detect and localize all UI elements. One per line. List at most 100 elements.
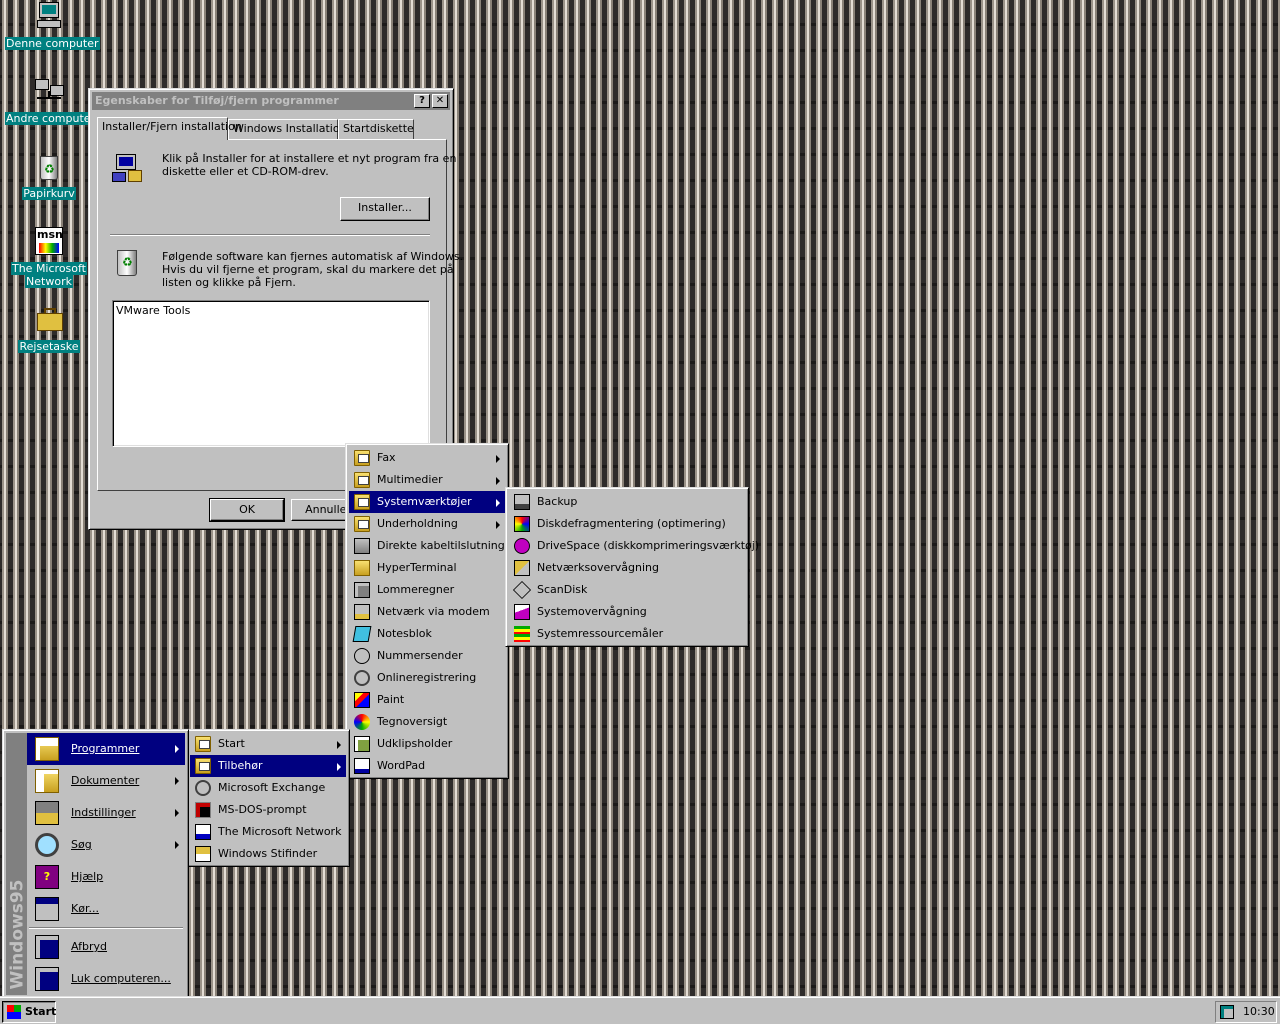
msn-icon — [195, 824, 211, 840]
install-button[interactable]: Installer... — [340, 197, 430, 221]
netwatcher-icon — [514, 560, 530, 576]
menu-item-msn[interactable]: The Microsoft Network — [190, 821, 346, 843]
start-menu-banner: Windows95 — [6, 733, 28, 995]
ok-button[interactable]: OK — [209, 498, 285, 522]
menu-item-label: Tilbehør — [218, 759, 263, 772]
close-button[interactable]: ✕ — [432, 94, 448, 108]
tab-install-remove[interactable]: Installer/Fjern installation — [97, 117, 242, 140]
recycle-bin-icon: ♻ — [33, 152, 65, 184]
menu-item-netwatcher[interactable]: Netværksovervågning — [509, 557, 745, 579]
menu-item-paint[interactable]: Paint — [349, 689, 505, 711]
menu-item-fax[interactable]: Fax — [349, 447, 505, 469]
menu-item-backup[interactable]: Backup — [509, 491, 745, 513]
menu-item-sysmonitor[interactable]: Systemovervågning — [509, 601, 745, 623]
menu-item-label: Nummersender — [377, 649, 463, 662]
folder-icon — [354, 450, 370, 466]
start-item-help[interactable]: ? Hjælp — [27, 861, 185, 893]
defrag-icon — [514, 516, 530, 532]
menu-item-label: The Microsoft Network — [218, 825, 342, 838]
menu-item-defrag[interactable]: Diskdefragmentering (optimering) — [509, 513, 745, 535]
start-item-shutdown[interactable]: Luk computeren... — [27, 963, 185, 995]
list-item[interactable]: VMware Tools — [116, 304, 426, 317]
menu-item-startup[interactable]: Start — [190, 733, 346, 755]
menu-item-label: Luk computeren... — [71, 972, 171, 985]
menu-item-multimedia[interactable]: Multimedier — [349, 469, 505, 491]
menu-item-games[interactable]: Underholdning — [349, 513, 505, 535]
menu-item-dialup[interactable]: Netværk via modem — [349, 601, 505, 623]
submenu-arrow-icon — [175, 745, 179, 753]
run-icon — [35, 897, 59, 921]
desktop-icon-my-computer[interactable]: Denne computer — [5, 2, 100, 50]
menu-item-msdos[interactable]: MS-DOS-prompt — [190, 799, 346, 821]
windows-logo-icon — [7, 1005, 21, 1019]
dialog-titlebar[interactable]: Egenskaber for Tilføj/fjern programmer ?… — [92, 92, 450, 110]
installer-icon — [112, 152, 144, 184]
desktop-icon-network[interactable]: Andre computere — [5, 77, 103, 125]
menu-item-calculator[interactable]: Lommeregner — [349, 579, 505, 601]
submenu-arrow-icon — [496, 455, 500, 463]
network-tray-icon[interactable] — [1220, 1005, 1234, 1019]
menu-item-hyperterminal[interactable]: HyperTerminal — [349, 557, 505, 579]
clock[interactable]: 10:30 — [1243, 1002, 1275, 1022]
menu-item-label: Start — [218, 737, 245, 750]
menu-item-explorer[interactable]: Windows Stifinder — [190, 843, 346, 865]
menu-item-label: MS-DOS-prompt — [218, 803, 307, 816]
desktop-icon-msn[interactable]: msn The Microsoft Network — [5, 227, 93, 288]
menu-item-label: Lommeregner — [377, 583, 455, 596]
menu-item-scandisk[interactable]: ScanDisk — [509, 579, 745, 601]
menu-item-label: Microsoft Exchange — [218, 781, 326, 794]
folder-icon — [354, 560, 370, 576]
menu-item-charmap[interactable]: Tegnoversigt — [349, 711, 505, 733]
start-item-programs[interactable]: Programmer — [27, 733, 185, 765]
start-item-find[interactable]: Søg — [27, 829, 185, 861]
menu-item-accessories[interactable]: Tilbehør — [190, 755, 346, 777]
menu-item-direct-cable[interactable]: Direkte kabeltilslutning — [349, 535, 505, 557]
submenu-arrow-icon — [175, 841, 179, 849]
menu-item-label: Multimedier — [377, 473, 443, 486]
start-item-run[interactable]: Kør... — [27, 893, 185, 925]
direct-cable-icon — [354, 538, 370, 554]
start-item-settings[interactable]: Indstillinger — [27, 797, 185, 829]
desktop-icon-recycle-bin[interactable]: ♻ Papirkurv — [5, 152, 93, 200]
start-item-log-off[interactable]: Afbryd — [27, 931, 185, 963]
submenu-arrow-icon — [175, 777, 179, 785]
menu-item-phone-dialer[interactable]: Nummersender — [349, 645, 505, 667]
uninstall-icon: ♻ — [112, 248, 144, 280]
log-off-icon — [35, 935, 59, 959]
menu-item-label: Udklipsholder — [377, 737, 453, 750]
menu-item-label: Systemværktøjer — [377, 495, 472, 508]
menu-item-label: Systemovervågning — [537, 605, 647, 618]
explorer-icon — [195, 846, 211, 862]
menu-item-registration[interactable]: Onlineregistrering — [349, 667, 505, 689]
start-button[interactable]: Start — [2, 1001, 56, 1023]
help-button[interactable]: ? — [414, 94, 430, 108]
tab-startup-disk[interactable]: Startdiskette — [338, 119, 414, 139]
menu-item-clipboard[interactable]: Udklipsholder — [349, 733, 505, 755]
menu-item-label: WordPad — [377, 759, 426, 772]
tab-windows-setup[interactable]: Windows Installation — [228, 119, 347, 139]
menu-item-exchange[interactable]: Microsoft Exchange — [190, 777, 346, 799]
menu-item-label: ScanDisk — [537, 583, 588, 596]
msdos-icon — [195, 802, 211, 818]
menu-item-label: Paint — [377, 693, 405, 706]
menu-item-label: Notesblok — [377, 627, 432, 640]
submenu-arrow-icon — [337, 763, 341, 771]
folder-icon — [195, 736, 211, 752]
resource-meter-icon — [514, 626, 530, 642]
submenu-arrow-icon — [496, 499, 500, 507]
wordpad-icon — [354, 758, 370, 774]
programs-menu: Start Tilbehør Microsoft Exchange MS-DOS… — [186, 729, 350, 867]
menu-item-label: Indstillinger — [71, 806, 136, 819]
programs-icon — [35, 737, 59, 761]
menu-item-system-tools[interactable]: Systemværktøjer — [349, 491, 505, 513]
installed-software-list[interactable]: VMware Tools — [112, 300, 430, 447]
menu-item-notepad[interactable]: Notesblok — [349, 623, 505, 645]
menu-item-wordpad[interactable]: WordPad — [349, 755, 505, 777]
menu-item-label: Underholdning — [377, 517, 458, 530]
desktop-icon-briefcase[interactable]: Rejsetaske — [5, 305, 93, 353]
menu-item-label: Windows Stifinder — [218, 847, 318, 860]
menu-item-resource-meter[interactable]: Systemressourcemåler — [509, 623, 745, 645]
menu-item-drivespace[interactable]: DriveSpace (diskkomprimeringsværktøj) — [509, 535, 759, 557]
start-item-documents[interactable]: Dokumenter — [27, 765, 185, 797]
accessories-menu: Fax Multimedier Systemværktøjer Underhol… — [345, 443, 509, 779]
